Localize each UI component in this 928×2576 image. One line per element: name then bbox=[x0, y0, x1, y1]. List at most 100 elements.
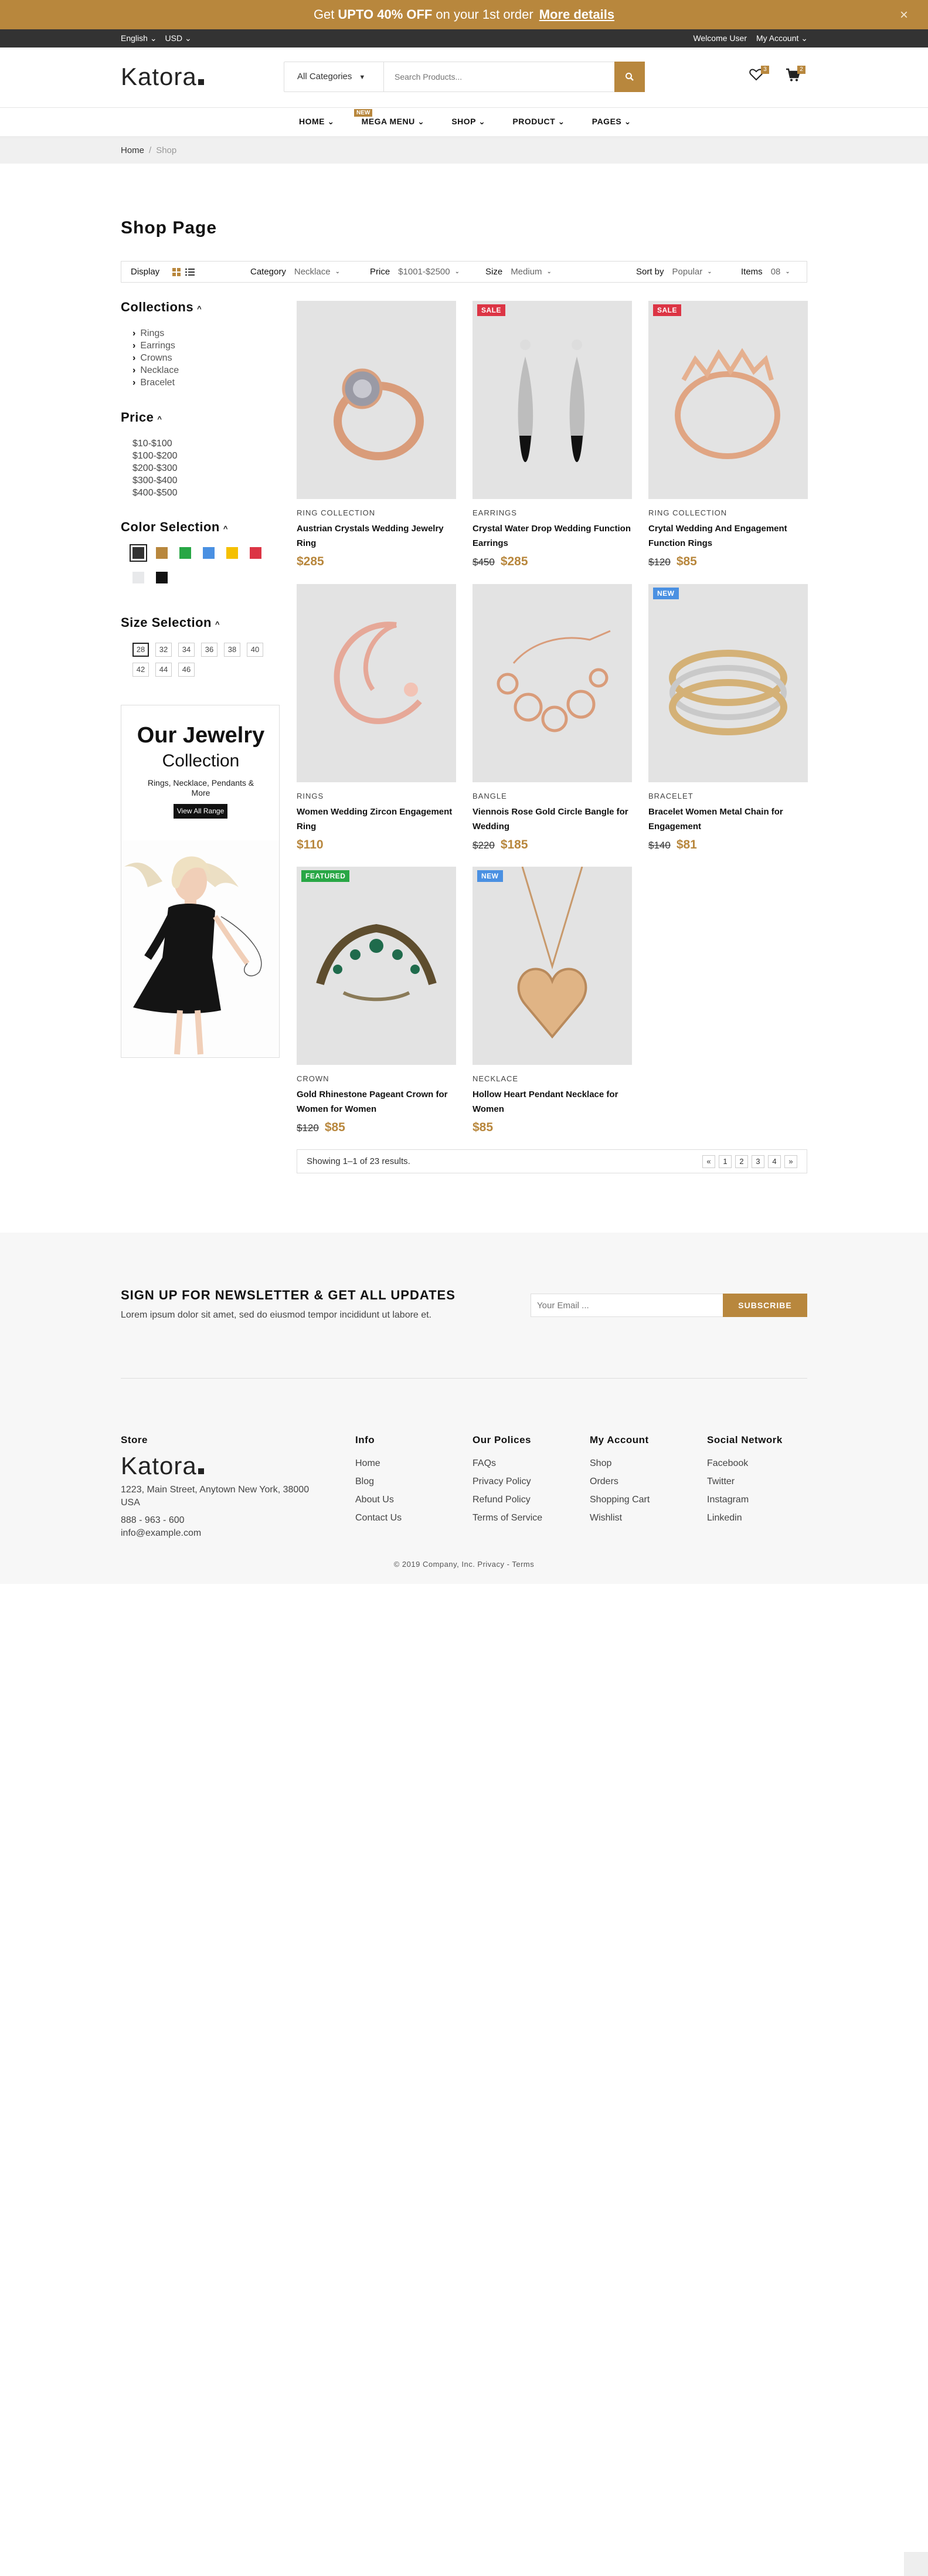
footer-link[interactable]: Twitter bbox=[707, 1472, 783, 1491]
footer-link[interactable]: Refund Policy bbox=[473, 1491, 542, 1509]
product-name[interactable]: Bracelet Women Metal Chain for Engagemen… bbox=[648, 805, 808, 834]
product-card[interactable]: NEW NECKLACE Hollow Heart Pendant Necklace… bbox=[473, 867, 632, 1142]
footer-link[interactable]: Shopping Cart bbox=[590, 1491, 650, 1509]
footer-link[interactable]: Shop bbox=[590, 1454, 650, 1472]
product-card[interactable]: SALE RING COLLECTION Crytal Wedding And En… bbox=[648, 301, 808, 576]
footer-link[interactable]: About Us bbox=[355, 1491, 402, 1509]
size-option[interactable]: 36 bbox=[201, 643, 217, 657]
nav-item-mega-menu[interactable]: MEGA MENU ⌄ bbox=[362, 117, 425, 127]
footer-link[interactable]: Terms of Service bbox=[473, 1509, 542, 1527]
footer-link[interactable]: Wishlist bbox=[590, 1509, 650, 1527]
footer-link[interactable]: Home bbox=[355, 1454, 402, 1472]
product-image[interactable] bbox=[473, 867, 632, 1065]
product-name[interactable]: Women Wedding Zircon Engagement Ring bbox=[297, 805, 456, 834]
product-card[interactable]: NEW BRACELET Bracelet Women Metal Chain fo… bbox=[648, 584, 808, 860]
color-swatch[interactable] bbox=[156, 572, 168, 583]
collections-heading[interactable]: Collections ^ bbox=[121, 300, 202, 315]
size-option[interactable]: 28 bbox=[132, 643, 149, 657]
wishlist-button[interactable]: 3 bbox=[749, 66, 769, 86]
scroll-top-button[interactable] bbox=[904, 2552, 928, 2576]
color-heading[interactable]: Color Selection ^ bbox=[121, 520, 228, 535]
items-per-page-select[interactable]: Items 08 ⌄ bbox=[741, 267, 790, 277]
newsletter-email-input[interactable] bbox=[531, 1294, 723, 1317]
color-swatch[interactable] bbox=[203, 547, 215, 559]
price-range-item[interactable]: $200-$300 bbox=[132, 462, 178, 474]
color-swatch[interactable] bbox=[132, 572, 144, 583]
price-range-item[interactable]: $400-$500 bbox=[132, 487, 178, 499]
color-swatch[interactable] bbox=[226, 547, 238, 559]
size-option[interactable]: 34 bbox=[178, 643, 195, 657]
footer-email[interactable]: info@example.com bbox=[121, 1527, 326, 1540]
price-range-item[interactable]: $10-$100 bbox=[132, 437, 178, 450]
footer-link[interactable]: Blog bbox=[355, 1472, 402, 1491]
cart-button[interactable]: 2 bbox=[786, 66, 805, 86]
product-card[interactable]: SALE EARRINGS Crystal Water Drop Wedding F… bbox=[473, 301, 632, 576]
product-name[interactable]: Viennois Rose Gold Circle Bangle for Wed… bbox=[473, 805, 632, 834]
product-card[interactable]: RINGS Women Wedding Zircon Engagement Rin… bbox=[297, 584, 456, 860]
close-icon[interactable]: × bbox=[900, 7, 908, 23]
pagination-page[interactable]: 1 bbox=[719, 1155, 732, 1168]
product-image[interactable] bbox=[648, 301, 808, 499]
footer-link[interactable]: Linkedin bbox=[707, 1509, 783, 1527]
product-image[interactable] bbox=[297, 867, 456, 1065]
collection-banner[interactable]: Our Jewelry Collection Rings, Necklace, … bbox=[121, 705, 280, 1058]
breadcrumb-home[interactable]: Home bbox=[121, 145, 144, 155]
collection-item[interactable]: › Necklace bbox=[132, 364, 179, 376]
size-option[interactable]: 38 bbox=[224, 643, 240, 657]
size-option[interactable]: 42 bbox=[132, 663, 149, 677]
product-card[interactable]: RING COLLECTION Austrian Crystals Wedding… bbox=[297, 301, 456, 576]
language-select[interactable]: English ⌄ bbox=[121, 33, 157, 43]
nav-item-home[interactable]: HOME ⌄ bbox=[299, 117, 335, 127]
footer-link[interactable]: Contact Us bbox=[355, 1509, 402, 1527]
color-swatch[interactable] bbox=[179, 547, 191, 559]
nav-item-product[interactable]: PRODUCT ⌄ bbox=[512, 117, 565, 127]
footer-link[interactable]: Instagram bbox=[707, 1491, 783, 1509]
product-image[interactable] bbox=[473, 584, 632, 782]
size-option[interactable]: 32 bbox=[155, 643, 172, 657]
footer-link[interactable]: Privacy Policy bbox=[473, 1472, 542, 1491]
price-range-item[interactable]: $300-$400 bbox=[132, 474, 178, 487]
product-name[interactable]: Gold Rhinestone Pageant Crown for Women … bbox=[297, 1087, 456, 1116]
product-name[interactable]: Crytal Wedding And Engagement Function R… bbox=[648, 521, 808, 551]
nav-item-shop[interactable]: SHOP ⌄ bbox=[451, 117, 485, 127]
footer-logo[interactable]: Katora bbox=[121, 1452, 326, 1480]
size-option[interactable]: 46 bbox=[178, 663, 195, 677]
product-name[interactable]: Hollow Heart Pendant Necklace for Women bbox=[473, 1087, 632, 1116]
view-all-range-button[interactable]: View All Range bbox=[174, 804, 227, 819]
size-option[interactable]: 44 bbox=[155, 663, 172, 677]
sort-select[interactable]: Sort by Popular ⌄ bbox=[636, 267, 712, 277]
logo[interactable]: Katora bbox=[121, 63, 204, 91]
search-input[interactable] bbox=[385, 62, 603, 91]
collection-item[interactable]: › Rings bbox=[132, 327, 179, 340]
collection-item[interactable]: › Crowns bbox=[132, 352, 179, 364]
nav-item-pages[interactable]: PAGES ⌄ bbox=[592, 117, 631, 127]
collection-item[interactable]: › Bracelet bbox=[132, 376, 179, 389]
pagination-first[interactable]: « bbox=[702, 1155, 715, 1168]
category-filter[interactable]: Category Necklace ⌄ bbox=[250, 267, 340, 277]
price-heading[interactable]: Price ^ bbox=[121, 410, 162, 425]
search-button[interactable] bbox=[614, 62, 645, 92]
pagination-page[interactable]: 2 bbox=[735, 1155, 748, 1168]
price-filter[interactable]: Price $1001-$2500 ⌄ bbox=[370, 267, 460, 277]
footer-link[interactable]: Facebook bbox=[707, 1454, 783, 1472]
pagination-last[interactable]: » bbox=[784, 1155, 797, 1168]
subscribe-button[interactable]: SUBSCRIBE bbox=[723, 1294, 807, 1317]
size-heading[interactable]: Size Selection ^ bbox=[121, 615, 220, 630]
product-card[interactable]: FEATURED CROWN Gold Rhinestone Pageant Cro… bbox=[297, 867, 456, 1142]
account-menu[interactable]: My Account ⌄ bbox=[756, 33, 808, 43]
product-image[interactable] bbox=[473, 301, 632, 499]
grid-view-icon[interactable] bbox=[172, 267, 181, 276]
product-name[interactable]: Crystal Water Drop Wedding Function Earr… bbox=[473, 521, 632, 551]
footer-link[interactable]: FAQs bbox=[473, 1454, 542, 1472]
product-image[interactable] bbox=[297, 301, 456, 499]
pagination-page[interactable]: 4 bbox=[768, 1155, 781, 1168]
search-category-select[interactable]: All Categories ▼ bbox=[284, 62, 384, 91]
promo-more-link[interactable]: More details bbox=[539, 7, 614, 22]
size-option[interactable]: 40 bbox=[247, 643, 263, 657]
color-swatch[interactable] bbox=[130, 544, 147, 562]
price-range-item[interactable]: $100-$200 bbox=[132, 450, 178, 462]
size-filter[interactable]: Size Medium ⌄ bbox=[485, 267, 552, 277]
list-view-icon[interactable] bbox=[185, 268, 195, 276]
product-image[interactable] bbox=[648, 584, 808, 782]
color-swatch[interactable] bbox=[156, 547, 168, 559]
